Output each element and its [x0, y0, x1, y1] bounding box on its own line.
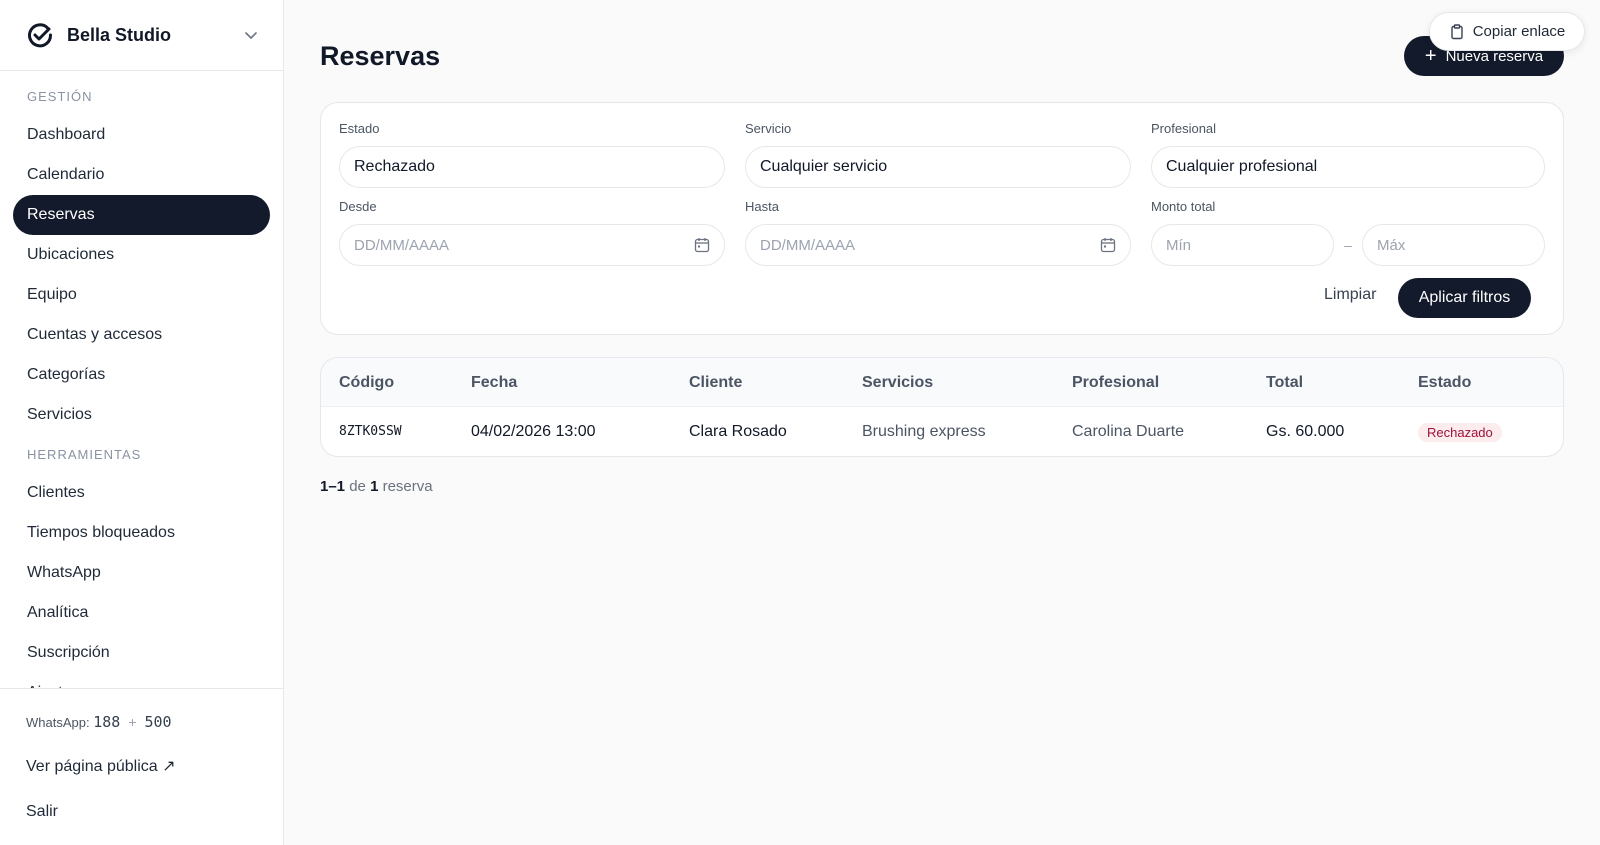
range-separator: –: [1344, 237, 1352, 253]
cell-codigo: 8ZTK0SSW: [339, 424, 402, 439]
whatsapp-usage-label: WhatsApp:: [26, 715, 90, 730]
clipboard-icon: [1451, 23, 1463, 39]
main-content: Reservas + Nueva reserva Copiar enlace E…: [284, 0, 1600, 845]
column-header-cliente[interactable]: Cliente: [689, 358, 742, 407]
brand-logo-icon: [28, 23, 53, 48]
monto-max-input[interactable]: Máx: [1362, 224, 1545, 266]
page-title: Reservas: [320, 41, 441, 71]
whatsapp-usage: WhatsApp: 188 + 500: [26, 713, 257, 731]
whatsapp-plus-sign: +: [128, 714, 137, 730]
servicio-select[interactable]: Cualquier servicio: [745, 146, 1131, 188]
workspace-switcher[interactable]: Bella Studio: [0, 0, 283, 71]
clear-filters-button[interactable]: Limpiar: [1324, 285, 1376, 305]
brand-name: Bella Studio: [67, 24, 172, 45]
sidebar-item-tiempos-bloqueados[interactable]: Tiempos bloqueados: [13, 513, 270, 553]
cell-profesional: Carolina Duarte: [1072, 423, 1185, 440]
pagination-of: de: [349, 478, 366, 495]
sidebar-item-servicios[interactable]: Servicios: [13, 395, 270, 435]
apply-filters-button[interactable]: Aplicar filtros: [1398, 278, 1531, 318]
column-header-estado[interactable]: Estado: [1418, 358, 1471, 407]
cell-total: Gs. 60.000: [1266, 423, 1345, 440]
sidebar-item-analitica[interactable]: Analítica: [13, 593, 270, 633]
sidebar-nav: GESTIÓN Dashboard Calendario Reservas Ub…: [0, 71, 283, 688]
column-header-servicios[interactable]: Servicios: [862, 358, 933, 407]
filter-profesional-label: Profesional: [1151, 121, 1217, 136]
sidebar-item-categorias[interactable]: Categorías: [13, 355, 270, 395]
filter-servicio-label: Servicio: [745, 121, 792, 136]
hasta-placeholder: DD/MM/AAAA: [760, 236, 856, 254]
copy-link-label: Copiar enlace: [1472, 23, 1566, 40]
plus-icon: +: [1424, 45, 1437, 67]
pagination-total: 1: [370, 478, 379, 495]
column-header-total[interactable]: Total: [1266, 358, 1303, 407]
nav-section-gestion: GESTIÓN: [27, 89, 93, 104]
estado-select[interactable]: Rechazado: [339, 146, 725, 188]
calendar-icon[interactable]: [694, 237, 710, 253]
copy-link-button[interactable]: Copiar enlace: [1429, 12, 1585, 51]
sidebar-item-suscripcion[interactable]: Suscripción: [13, 633, 270, 673]
public-page-link[interactable]: Ver página pública ↗: [26, 756, 257, 776]
sidebar-item-dashboard[interactable]: Dashboard: [13, 115, 270, 155]
monto-min-input[interactable]: Mín: [1151, 224, 1334, 266]
desde-placeholder: DD/MM/AAAA: [354, 236, 450, 254]
sidebar-item-cuentas[interactable]: Cuentas y accesos: [13, 315, 270, 355]
pagination-summary: 1–1 de 1 reserva: [320, 478, 433, 495]
sidebar-item-reservas[interactable]: Reservas: [13, 195, 270, 235]
nav-section-herramientas: HERRAMIENTAS: [27, 447, 142, 462]
pagination-unit: reserva: [382, 478, 433, 495]
filter-estado-label: Estado: [339, 121, 380, 136]
table-row[interactable]: 8ZTK0SSW 04/02/2026 13:00 Clara Rosado B…: [321, 407, 1563, 456]
sidebar-item-ajustes[interactable]: Ajustes: [13, 673, 270, 688]
filter-hasta-label: Hasta: [745, 199, 779, 214]
filter-monto-label: Monto total: [1151, 199, 1216, 214]
monto-range: Mín – Máx: [1151, 224, 1545, 266]
filter-hasta: Hasta DD/MM/AAAA: [745, 199, 1131, 266]
filter-monto: Monto total Mín – Máx: [1151, 199, 1545, 266]
logout-link[interactable]: Salir: [26, 803, 257, 821]
filter-profesional: Profesional Cualquier profesional: [1151, 121, 1545, 188]
column-header-fecha[interactable]: Fecha: [471, 358, 517, 407]
cell-servicios: Brushing express: [862, 423, 986, 440]
pagination-range: 1–1: [320, 478, 346, 495]
sidebar-footer: WhatsApp: 188 + 500 Ver página pública ↗…: [0, 688, 283, 845]
column-header-profesional[interactable]: Profesional: [1072, 358, 1159, 407]
sidebar-item-ubicaciones[interactable]: Ubicaciones: [13, 235, 270, 275]
hasta-date-input[interactable]: DD/MM/AAAA: [745, 224, 1131, 266]
filters-panel: Estado Rechazado Servicio Cualquier serv…: [320, 102, 1564, 335]
sidebar-item-whatsapp[interactable]: WhatsApp: [13, 553, 270, 593]
profesional-select[interactable]: Cualquier profesional: [1151, 146, 1545, 188]
bookings-table: Código Fecha Cliente Servicios Profesion…: [320, 357, 1564, 457]
calendar-icon[interactable]: [1100, 237, 1116, 253]
whatsapp-used-count: 188: [93, 713, 121, 731]
filter-desde: Desde DD/MM/AAAA: [339, 199, 725, 266]
filter-servicio: Servicio Cualquier servicio: [745, 121, 1131, 188]
sidebar: Bella Studio GESTIÓN Dashboard Calendari…: [0, 0, 284, 845]
status-badge: Rechazado: [1418, 423, 1502, 442]
filter-estado: Estado Rechazado: [339, 121, 725, 188]
cell-fecha: 04/02/2026 13:00: [471, 423, 596, 440]
sidebar-item-equipo[interactable]: Equipo: [13, 275, 270, 315]
sidebar-item-calendario[interactable]: Calendario: [13, 155, 270, 195]
column-header-codigo[interactable]: Código: [339, 358, 394, 407]
sidebar-item-clientes[interactable]: Clientes: [13, 473, 270, 513]
chevron-down-icon[interactable]: [243, 27, 259, 43]
whatsapp-extra-count: 500: [144, 713, 172, 731]
desde-date-input[interactable]: DD/MM/AAAA: [339, 224, 725, 266]
filter-desde-label: Desde: [339, 199, 377, 214]
table-header: Código Fecha Cliente Servicios Profesion…: [321, 358, 1563, 407]
cell-cliente: Clara Rosado: [689, 423, 787, 440]
